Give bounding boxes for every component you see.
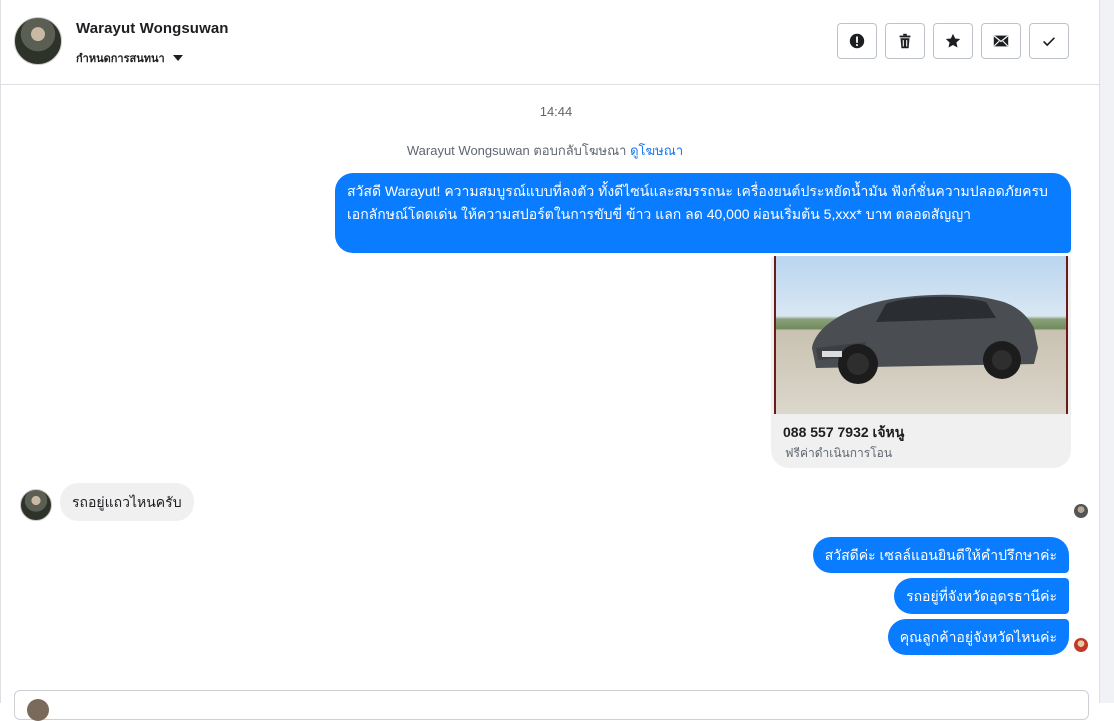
ad-reply-notice: Warayut Wongsuwan ตอบกลับโฆษณา ดูโฆษณา — [1, 140, 1089, 161]
trash-icon — [899, 33, 911, 49]
incoming-message[interactable]: รถอยู่แถวไหนครับ — [60, 483, 194, 521]
read-receipt-icon — [1074, 638, 1088, 652]
ad-reply-text: Warayut Wongsuwan ตอบกลับโฆษณา — [406, 143, 627, 158]
exclamation-icon — [849, 33, 865, 49]
outgoing-message[interactable]: สวัสดี Warayut! ความสมบูรณ์แบบที่ลงตัว ท… — [335, 173, 1071, 253]
car-image — [812, 294, 1038, 384]
delete-button[interactable] — [885, 23, 925, 59]
label-menu[interactable]: กำหนดการสนทนา — [76, 49, 183, 67]
message-timestamp: 14:44 — [539, 104, 573, 119]
view-ad-link[interactable]: ดูโฆษณา — [630, 143, 683, 158]
seen-avatar-icon — [1074, 504, 1088, 518]
outgoing-message[interactable]: สวัสดีค่ะ เซลล์แอนยินดีให้คำปรึกษาค่ะ — [812, 537, 1069, 573]
done-button[interactable] — [1029, 23, 1069, 59]
scrollbar[interactable] — [1100, 0, 1114, 703]
label-menu-text: กำหนดการสนทนา — [76, 53, 165, 65]
contact-name[interactable]: Warayut Wongsuwan — [76, 20, 229, 37]
check-icon — [1043, 37, 1055, 47]
outgoing-message[interactable]: คุณลูกค้าอยู่จังหวัดไหนค่ะ — [887, 619, 1069, 655]
chevron-down-icon — [172, 55, 183, 61]
star-icon — [945, 33, 961, 48]
ad-card[interactable]: 088 557 7932 เจ้หนู ฟรีค่าดำเนินการโอน — [771, 256, 1071, 468]
customer-avatar — [20, 489, 52, 521]
avatar[interactable] — [14, 17, 62, 65]
message-composer[interactable] — [14, 690, 1089, 721]
header-actions — [837, 23, 1069, 59]
mark-unread-button[interactable] — [981, 23, 1021, 59]
star-button[interactable] — [933, 23, 973, 59]
ad-image — [774, 256, 1068, 414]
envelope-icon — [993, 35, 1009, 47]
conversation-header: Warayut Wongsuwan กำหนดการสนทนา — [1, 0, 1101, 85]
composer-avatar — [27, 699, 49, 721]
ad-card-title: 088 557 7932 เจ้หนู — [783, 424, 905, 440]
ad-card-subtitle: ฟรีค่าดำเนินการโอน — [785, 446, 893, 460]
outgoing-message[interactable]: รถอยู่ที่จังหวัดอุดรธานีค่ะ — [894, 578, 1069, 614]
report-button[interactable] — [837, 23, 877, 59]
conversation-panel: Warayut Wongsuwan กำหนดการสนทนา 14:44 Wa… — [0, 0, 1101, 721]
